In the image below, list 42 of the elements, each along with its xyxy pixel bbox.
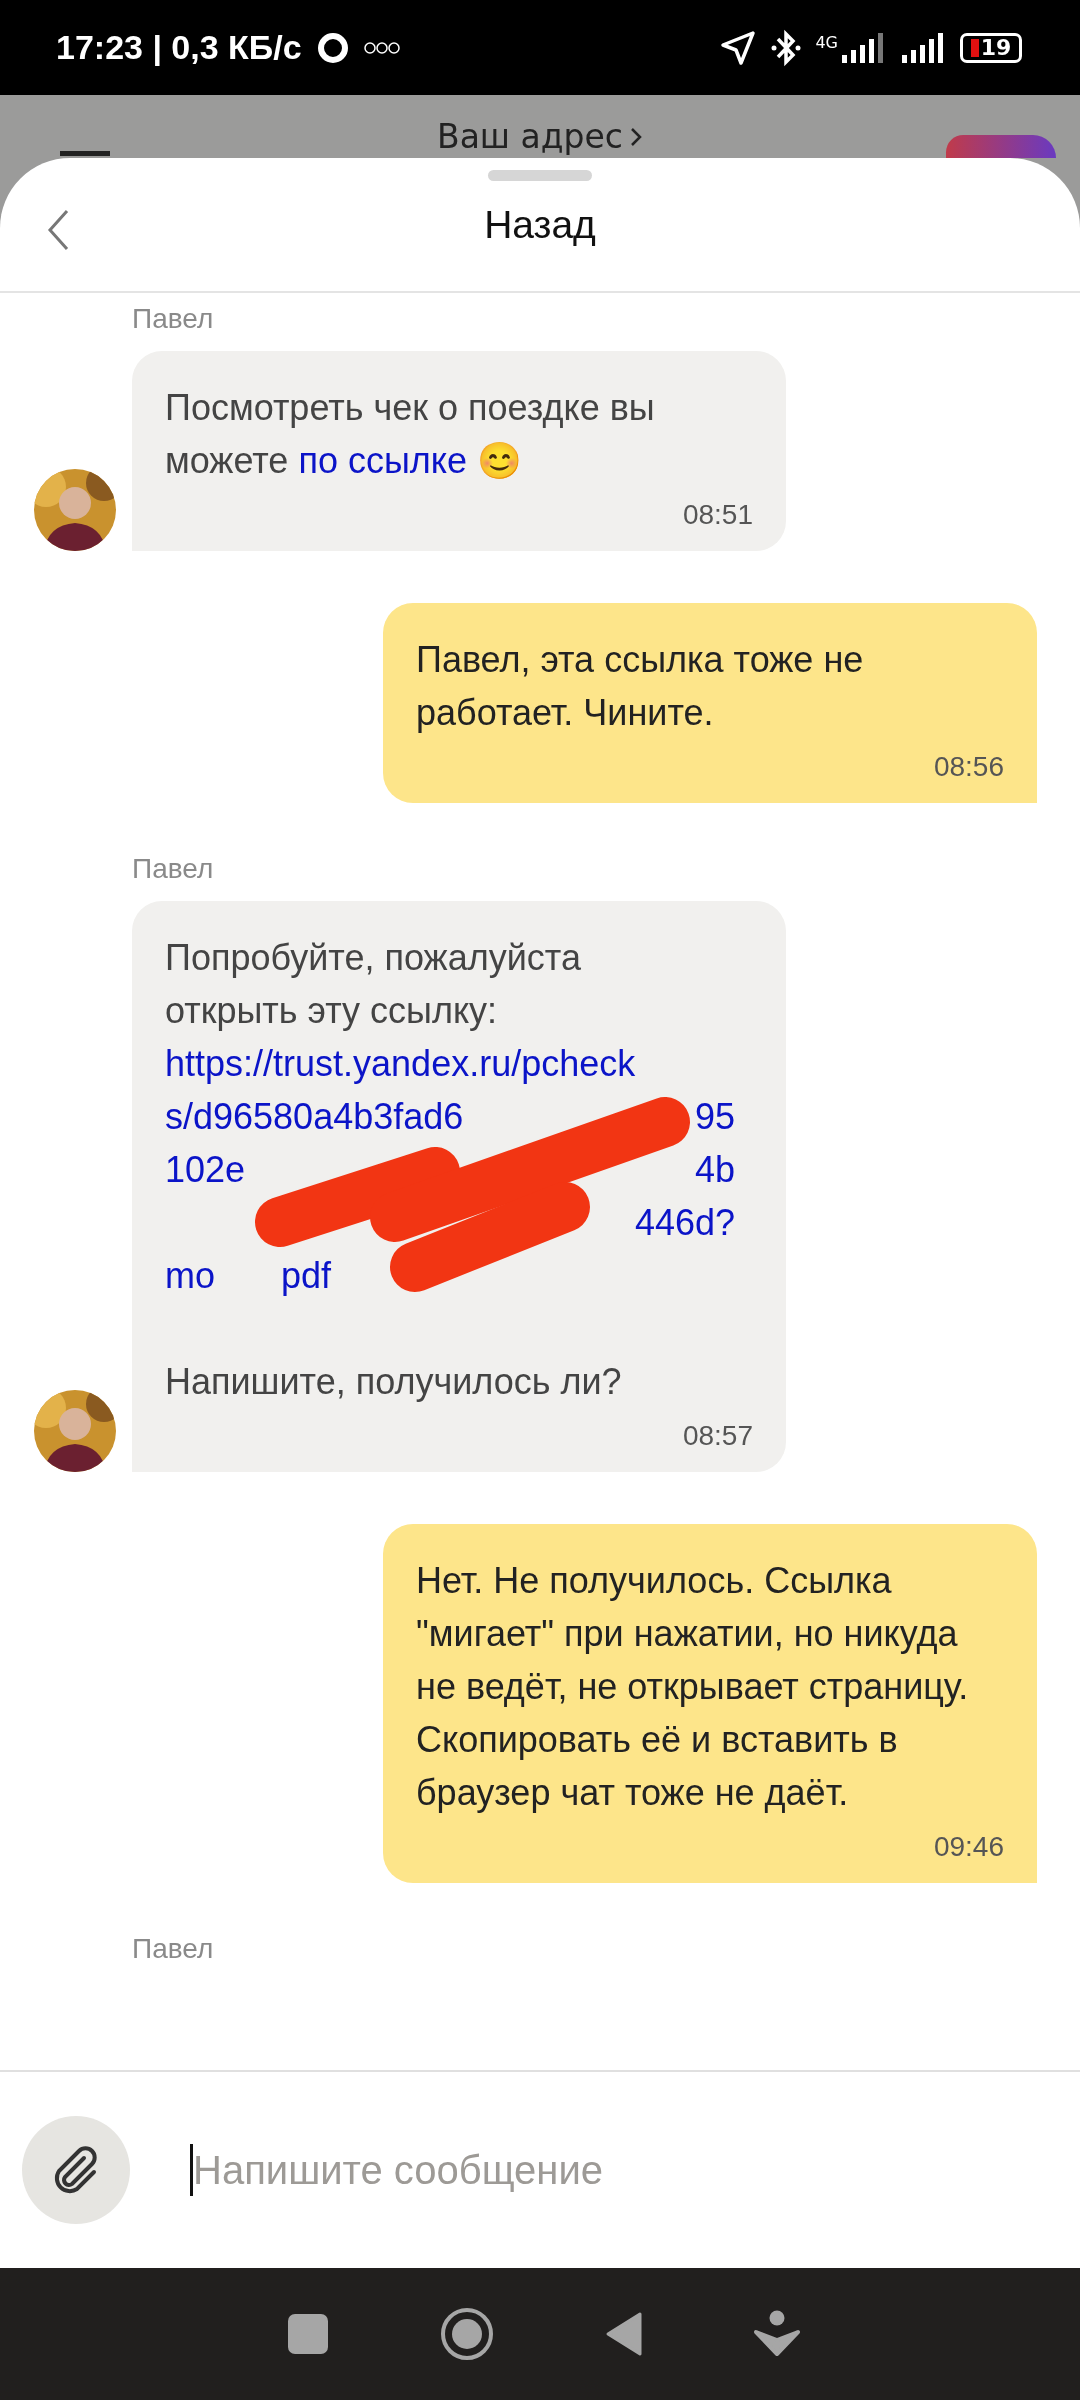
message-text: Посмотреть чек о поездке вы можете по ссылке 😊 <box>165 386 656 483</box>
message-input[interactable]: Напишите сообщение <box>193 2147 1080 2193</box>
message-time: 09:46 <box>932 1831 1004 1863</box>
drag-handle[interactable] <box>488 170 592 181</box>
network-type: 4G <box>815 32 838 52</box>
back-icon[interactable] <box>604 2311 644 2357</box>
chevron-icon <box>629 125 643 148</box>
message-time: 08:57 <box>681 1420 753 1452</box>
circle-icon <box>315 30 350 65</box>
message-text: Павел, эта ссылка тоже не работает. Чините. <box>416 638 865 735</box>
status-time: 17:23 | 0,3 КБ/с <box>56 28 302 67</box>
address-link[interactable]: Ваш адрес <box>0 117 1080 156</box>
message-link[interactable]: по ссылке <box>298 440 467 481</box>
signal-icon <box>900 32 946 63</box>
home-icon[interactable] <box>440 2307 494 2361</box>
message-text: Нет. Не получилось. Ссылка "мигает" при нажатии, но никуда не ведёт, не открывает страницу. Скопировать её и вставить в браузер чат тоже не даёт. <box>416 1559 970 1815</box>
dots-icon <box>363 40 400 55</box>
message-link[interactable]: 446d? <box>634 1196 735 1249</box>
sender-name: Павел <box>132 853 215 885</box>
message-link[interactable]: 95 <box>694 1090 735 1143</box>
message-link[interactable]: pdf <box>281 1249 332 1302</box>
message-link[interactable]: 102e <box>165 1143 246 1196</box>
signal-icon <box>840 32 886 63</box>
message-link[interactable]: https://trust.yandex.ru/pcheck <box>165 1037 636 1090</box>
sender-name: Павел <box>132 1933 215 1965</box>
message-link[interactable]: s/d96580a4b3fad6 <box>165 1090 464 1143</box>
message-link[interactable]: mo <box>165 1249 215 1302</box>
bluetooth-icon <box>771 27 802 68</box>
header-title: Назад <box>484 202 596 247</box>
battery-indicator: 19 <box>960 32 1022 63</box>
message-text: Напишите, получилось ли? <box>165 1360 623 1404</box>
sender-name: Павел <box>132 303 215 335</box>
recents-icon[interactable] <box>288 2314 328 2354</box>
message-link[interactable]: 4b <box>694 1143 735 1196</box>
assistant-icon[interactable] <box>754 2310 800 2358</box>
profile-icon[interactable] <box>946 135 1056 158</box>
back-icon[interactable] <box>46 208 70 252</box>
text-cursor <box>190 2144 193 2196</box>
message-text: Попробуйте, пожалуйста открыть эту ссылку: <box>165 936 582 1033</box>
message-time: 08:56 <box>932 751 1004 783</box>
location-icon <box>719 28 758 67</box>
message-time: 08:51 <box>681 499 753 531</box>
